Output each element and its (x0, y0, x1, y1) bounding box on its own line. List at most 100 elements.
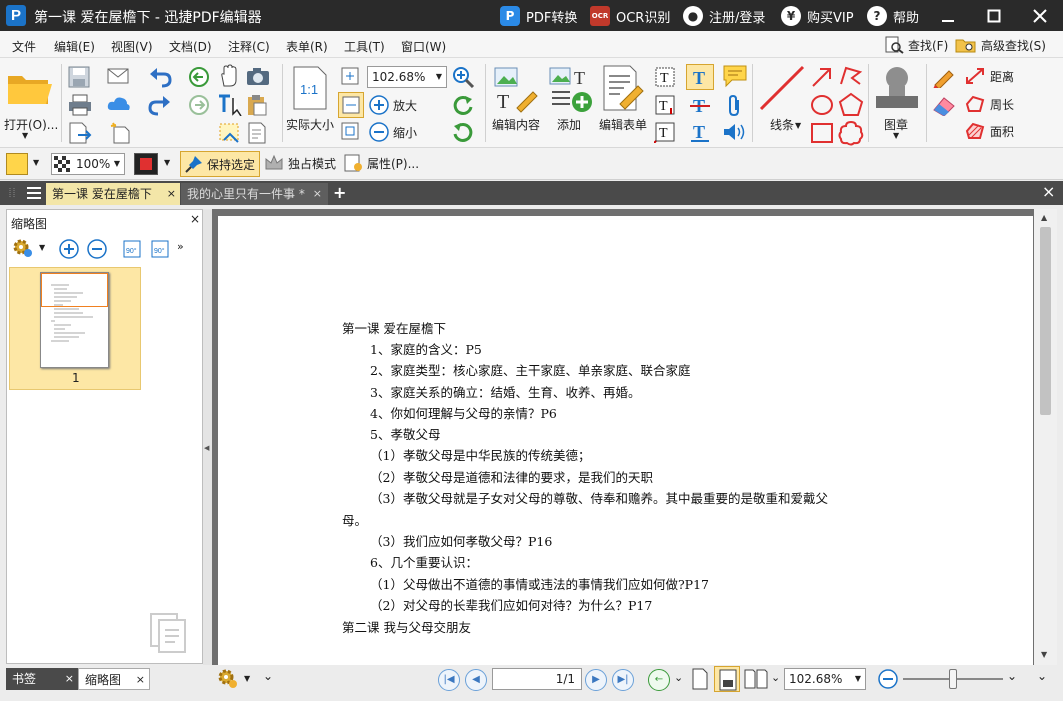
menu-window[interactable]: 窗口(W) (401, 38, 446, 55)
panel-close-icon[interactable]: × (190, 212, 200, 226)
rotate-left-icon[interactable] (452, 94, 474, 116)
tab-close-icon[interactable]: × (65, 668, 74, 690)
clipboard-icon[interactable] (246, 94, 268, 116)
distance-button[interactable]: 距离 (964, 66, 1014, 86)
menu-comment[interactable]: 注释(C) (228, 38, 270, 55)
ocr-button[interactable]: OCR OCR识别 (590, 5, 670, 27)
help-button[interactable]: ? 帮助 (867, 5, 919, 27)
tab-close-icon[interactable]: × (136, 669, 145, 691)
edit-form-label[interactable]: 编辑表单 (599, 116, 647, 133)
save-icon[interactable] (68, 66, 90, 88)
rectangle-icon[interactable] (810, 121, 834, 145)
open-button[interactable] (6, 68, 52, 111)
gear-icon[interactable] (216, 667, 240, 691)
select-text-icon[interactable] (218, 94, 244, 116)
polygon-icon[interactable] (838, 92, 864, 118)
strikeout-icon[interactable]: T (688, 94, 712, 116)
hand-tool-icon[interactable] (218, 64, 240, 88)
previous-view-icon[interactable] (188, 66, 210, 88)
zoom-out-button[interactable]: 缩小 (368, 121, 417, 143)
cloud-icon[interactable] (107, 94, 131, 114)
more-options-icon[interactable]: ⌄ (674, 671, 683, 684)
line-color-swatch[interactable] (134, 153, 158, 175)
zoom-select[interactable]: 102.68% ▼ (367, 66, 447, 88)
line-tool-icon[interactable] (758, 64, 806, 112)
register-login-button[interactable]: ● 注册/登录 (683, 5, 765, 27)
more-options-icon[interactable]: ⌄ (1037, 669, 1047, 683)
fit-width-icon[interactable] (338, 92, 364, 118)
pencil-icon[interactable] (932, 66, 956, 88)
enlarge-thumbnail-icon[interactable] (58, 238, 80, 260)
gear-icon[interactable] (11, 237, 33, 259)
opacity-select[interactable]: 100% ▼ (51, 153, 125, 175)
page-setup-icon[interactable] (246, 122, 268, 144)
pdf-page[interactable]: 第一课 爱在屋檐下 1、家庭的含义：P5 2、家庭类型：核心家庭、主干家庭、单亲… (218, 216, 1033, 665)
typewriter-icon[interactable]: T (654, 94, 676, 116)
email-icon[interactable] (107, 66, 131, 86)
rotate-cw-icon[interactable]: 90° (148, 237, 172, 261)
chevron-down-icon[interactable]: ▼ (22, 131, 28, 140)
zoom-in-button[interactable]: 放大 (368, 94, 417, 116)
more-options-icon[interactable]: ⌄ (263, 669, 273, 683)
last-page-button[interactable]: ▶| (612, 669, 634, 691)
first-page-button[interactable]: |◀ (438, 669, 460, 691)
add-label[interactable]: 添加 (557, 116, 581, 133)
minimize-button[interactable] (925, 0, 971, 31)
ellipse-icon[interactable] (810, 93, 834, 117)
pdf-convert-button[interactable]: P PDF转换 (500, 5, 577, 27)
status-zoom-select[interactable]: 102.68% ▼ (784, 668, 866, 690)
more-options-icon[interactable]: ⌄ (771, 671, 780, 684)
rotate-ccw-icon[interactable]: 90° (120, 237, 144, 261)
redo-icon[interactable] (148, 94, 172, 116)
actual-size-label[interactable]: 实际大小 (286, 116, 334, 133)
export-icon[interactable] (68, 122, 92, 144)
tab-close-icon[interactable]: × (167, 183, 176, 205)
more-options-icon[interactable]: » (177, 240, 184, 253)
text-tool-icon[interactable]: T (686, 64, 714, 90)
edit-content-label[interactable]: 编辑内容 (492, 116, 540, 133)
tab-bookmarks[interactable]: 书签 × (6, 668, 78, 690)
tab-document-1[interactable]: 第一课 爱在屋檐下 × (46, 183, 180, 205)
single-page-icon[interactable] (690, 668, 710, 690)
scroll-down-icon[interactable]: ▼ (1041, 650, 1047, 659)
menu-edit[interactable]: 编辑(E) (54, 38, 95, 55)
text-field-icon[interactable]: T (654, 66, 676, 88)
previous-page-button[interactable]: ◀ (465, 669, 487, 691)
collapse-arrow-icon[interactable]: ◀ (204, 444, 209, 452)
actual-size-button[interactable]: 1:1 (292, 66, 328, 113)
chevron-down-icon[interactable]: ▼ (164, 158, 170, 167)
arrow-icon[interactable] (810, 66, 834, 88)
advanced-find-button[interactable]: 高级查找(S) (955, 36, 1046, 54)
chevron-down-icon[interactable]: ▼ (39, 243, 45, 252)
menu-file[interactable]: 文件 (12, 38, 36, 55)
zoom-slider-thumb[interactable] (949, 669, 957, 689)
underline-icon[interactable]: T (688, 121, 712, 143)
maximize-button[interactable] (971, 0, 1017, 31)
close-button[interactable] (1017, 0, 1063, 31)
scroll-up-icon[interactable]: ▲ (1041, 213, 1047, 222)
undo-icon[interactable] (148, 66, 172, 88)
vertical-scrollbar[interactable]: ▲ ▼ (1034, 209, 1057, 665)
exclusive-mode-button[interactable]: 独占模式 (264, 153, 336, 173)
fit-visible-icon[interactable] (340, 121, 360, 141)
thumbnail-item[interactable]: 1 (9, 267, 141, 390)
polyline-icon[interactable] (838, 64, 864, 88)
chevron-down-icon[interactable]: ▼ (33, 158, 39, 167)
zoom-in-tool-icon[interactable] (452, 66, 476, 88)
more-options-icon[interactable]: ⌄ (1007, 669, 1017, 683)
chevron-down-icon[interactable]: ▼ (244, 674, 250, 683)
callout-icon[interactable]: T (654, 121, 676, 143)
area-button[interactable]: 面积 (964, 121, 1014, 141)
keep-selected-toggle[interactable]: 保持选定 (180, 151, 260, 177)
scrollbar-thumb[interactable] (1040, 227, 1051, 415)
add-icon[interactable]: T (548, 64, 594, 114)
buy-vip-button[interactable]: ¥ 购买VIP (781, 5, 854, 27)
continuous-page-button[interactable] (714, 666, 740, 692)
snapshot-icon[interactable] (218, 122, 242, 144)
camera-icon[interactable] (246, 66, 270, 86)
menu-form[interactable]: 表单(R) (286, 38, 328, 55)
next-page-button[interactable]: ▶ (585, 669, 607, 691)
menu-document[interactable]: 文档(D) (169, 38, 212, 55)
stamp-icon[interactable] (873, 64, 921, 112)
panel-splitter[interactable]: ◀ (203, 209, 212, 665)
